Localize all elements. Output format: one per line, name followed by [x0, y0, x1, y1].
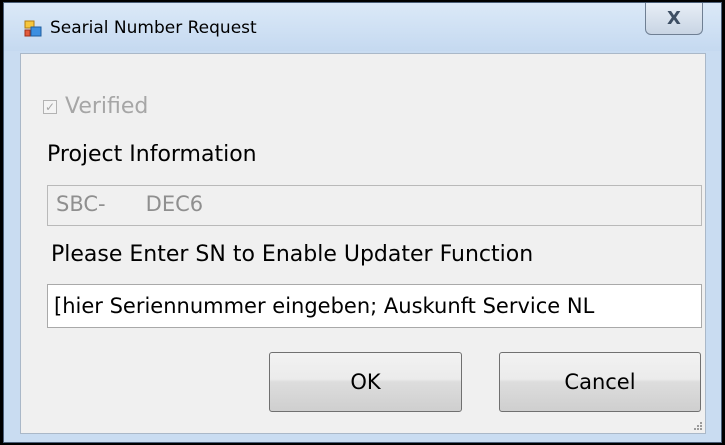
dialog-body: ✓ Verified Project Information SBC- DEC6… — [20, 53, 706, 434]
verified-checkbox[interactable]: ✓ Verified — [43, 94, 148, 119]
close-button[interactable]: X — [645, 3, 703, 35]
serial-number-label: Please Enter SN to Enable Updater Functi… — [51, 242, 534, 267]
window-title: Searial Number Request — [50, 18, 257, 38]
resize-grip-icon[interactable] — [692, 420, 702, 430]
ok-button[interactable]: OK — [269, 352, 462, 412]
project-information-field: SBC- DEC6 — [47, 185, 702, 226]
cancel-button[interactable]: Cancel — [499, 352, 701, 412]
close-icon: X — [667, 7, 681, 29]
project-information-label: Project Information — [47, 142, 257, 167]
serial-number-dialog: Searial Number Request X ✓ Verified Proj… — [3, 2, 722, 443]
application-window-icon — [24, 20, 42, 37]
serial-number-input[interactable] — [47, 284, 702, 328]
title-bar[interactable]: Searial Number Request X — [4, 3, 721, 51]
checkbox-checkmark-icon: ✓ — [43, 99, 57, 114]
verified-checkbox-label: Verified — [65, 94, 149, 119]
